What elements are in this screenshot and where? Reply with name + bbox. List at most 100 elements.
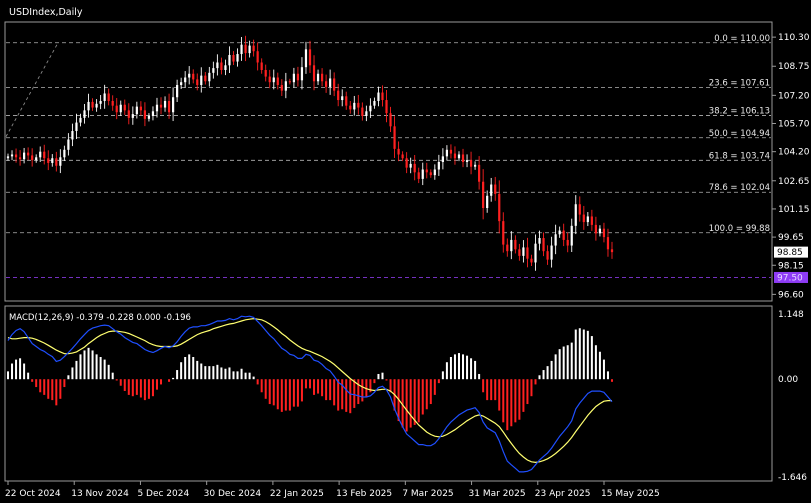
candle-bull bbox=[83, 110, 86, 118]
candle-bull bbox=[510, 239, 513, 252]
candle-bear bbox=[107, 93, 110, 101]
candle-bull bbox=[433, 169, 436, 176]
candle-bear bbox=[308, 49, 312, 66]
candle-bull bbox=[550, 245, 553, 260]
candle-bear bbox=[578, 204, 581, 215]
candle-bull bbox=[574, 204, 577, 226]
fib-level-label: 0.0 = 110.00 bbox=[714, 34, 770, 44]
candle-bull bbox=[39, 151, 42, 158]
candle-bull bbox=[341, 96, 344, 101]
candle-bull bbox=[22, 152, 26, 160]
candle-bull bbox=[99, 100, 102, 104]
price-tick-label: 108.75 bbox=[778, 62, 810, 72]
candle-bull bbox=[586, 216, 589, 223]
candle-bull bbox=[272, 77, 275, 83]
candle-bull bbox=[228, 54, 231, 66]
candle-bull bbox=[304, 49, 308, 68]
candle-bull bbox=[490, 184, 493, 196]
candle-bear bbox=[345, 96, 348, 106]
candle-bull bbox=[538, 238, 541, 244]
chart-title: USDIndex,Daily bbox=[9, 7, 83, 18]
candle-bear bbox=[514, 239, 517, 250]
time-tick-label: 30 Dec 2024 bbox=[204, 489, 262, 499]
candle-bull bbox=[554, 234, 557, 246]
candle-bull bbox=[131, 114, 134, 118]
candle-bull bbox=[63, 149, 66, 158]
candle-bull bbox=[240, 44, 243, 55]
time-tick-label: 7 Mar 2025 bbox=[402, 489, 453, 499]
time-tick-label: 22 Oct 2024 bbox=[5, 489, 61, 499]
candle-bear bbox=[502, 221, 505, 245]
candle-bear bbox=[413, 163, 416, 173]
candle-bull bbox=[171, 97, 175, 113]
candle-bull bbox=[457, 154, 461, 159]
candle-bull bbox=[59, 157, 62, 166]
candle-bear bbox=[167, 100, 171, 113]
fib-level-label: 38.2 = 106.13 bbox=[709, 106, 770, 116]
chart-window: 0.0 = 110.00 23.6 = 107.61 38.2 = 106.13 50… bbox=[0, 0, 811, 503]
purple-line-price-label: 97.50 bbox=[777, 273, 803, 283]
candle-bear bbox=[582, 214, 585, 223]
candle-bear bbox=[542, 238, 545, 252]
candle-bear bbox=[594, 224, 598, 234]
candle-bull bbox=[147, 116, 151, 119]
candle-bear bbox=[139, 106, 142, 111]
candle-bull bbox=[6, 156, 10, 159]
candle-bear bbox=[143, 110, 147, 119]
time-tick-label: 13 Feb 2025 bbox=[336, 489, 392, 499]
candle-bear bbox=[244, 44, 247, 54]
candle-bear bbox=[123, 104, 126, 111]
candle-bear bbox=[482, 181, 485, 208]
fib-level-label: 50.0 = 104.94 bbox=[709, 129, 770, 139]
macd-tick-label: 1.148 bbox=[778, 310, 804, 320]
price-tick-label: 98.15 bbox=[778, 261, 804, 271]
candle-bear bbox=[260, 62, 263, 70]
time-tick-label: 23 Apr 2025 bbox=[535, 489, 591, 499]
candle-bear bbox=[530, 258, 533, 263]
candle-bull bbox=[87, 101, 90, 111]
current-price-label: 98.85 bbox=[777, 248, 803, 258]
candle-bear bbox=[494, 184, 497, 194]
candle-bull bbox=[71, 131, 74, 140]
candle-bull bbox=[369, 105, 372, 112]
candle-bear bbox=[192, 73, 195, 80]
time-tick-label: 13 Nov 2024 bbox=[71, 489, 129, 499]
fib-level-label: 100.0 = 99.88 bbox=[709, 224, 770, 234]
candle-bear bbox=[31, 155, 34, 161]
candle-bull bbox=[353, 102, 356, 110]
candle-bull bbox=[534, 243, 537, 263]
candle-bull bbox=[441, 156, 444, 162]
candle-bear bbox=[393, 126, 396, 149]
candle-bear bbox=[417, 172, 420, 179]
candle-bear bbox=[14, 154, 18, 158]
candle-bull bbox=[598, 228, 602, 234]
candle-bear bbox=[546, 251, 549, 260]
candle-bear bbox=[590, 216, 593, 225]
candle-bull bbox=[95, 103, 98, 108]
candle-bear bbox=[498, 193, 501, 222]
candle-bull bbox=[570, 225, 573, 246]
candle-bear bbox=[469, 160, 473, 167]
candle-bull bbox=[522, 247, 525, 256]
candle-bull bbox=[300, 67, 304, 81]
candle-bull bbox=[200, 75, 203, 86]
candle-bull bbox=[212, 68, 215, 73]
time-tick-label: 15 May 2025 bbox=[601, 489, 660, 499]
candle-bear bbox=[196, 79, 199, 86]
candle-bear bbox=[401, 154, 404, 159]
price-tick-label: 110.30 bbox=[778, 33, 810, 43]
candle-bull bbox=[236, 54, 239, 62]
price-tick-label: 96.60 bbox=[778, 290, 804, 300]
background bbox=[0, 0, 811, 503]
candle-bear bbox=[288, 81, 291, 83]
candle-bear bbox=[280, 85, 283, 91]
candle-bear bbox=[55, 158, 58, 166]
candle-bull bbox=[409, 163, 412, 168]
chart-canvas[interactable]: 0.0 = 110.00 23.6 = 107.61 38.2 = 106.13 50… bbox=[0, 0, 811, 503]
candle-bull bbox=[135, 106, 138, 115]
candle-bull bbox=[75, 122, 78, 132]
candle-bull bbox=[103, 93, 106, 101]
price-tick-label: 99.65 bbox=[778, 233, 804, 243]
price-tick-label: 104.20 bbox=[778, 148, 810, 158]
macd-tick-label: -1.646 bbox=[778, 473, 807, 483]
